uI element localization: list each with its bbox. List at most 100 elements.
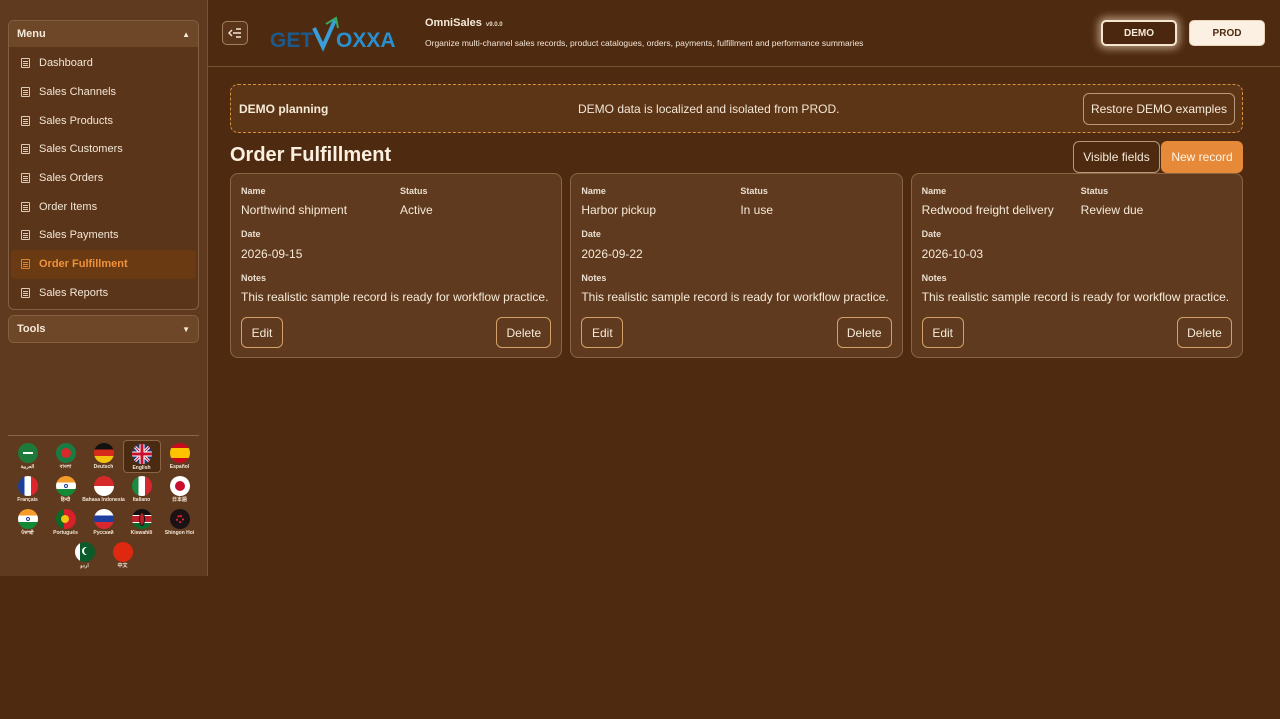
- tools-panel: Tools ▼: [8, 315, 199, 343]
- divider: [8, 435, 199, 436]
- indonesia-flag-icon: [93, 476, 114, 496]
- banner-title: DEMO planning: [239, 102, 329, 116]
- document-icon: [21, 230, 30, 241]
- language-french[interactable]: Français: [9, 473, 47, 506]
- notes-label: Notes: [581, 273, 607, 283]
- edit-button[interactable]: Edit: [241, 317, 283, 348]
- record-notes: This realistic sample record is ready fo…: [921, 290, 1230, 304]
- russia-flag-icon: [93, 509, 114, 529]
- new-record-button[interactable]: New record: [1161, 141, 1243, 173]
- record-card: Name Status Redwood freight delivery Rev…: [910, 173, 1243, 358]
- sidebar-item-label: Order Items: [39, 200, 98, 213]
- language-spanish[interactable]: Español: [161, 440, 199, 473]
- document-icon: [21, 287, 30, 298]
- menu-panel: Menu ▲ Dashboard Sales Channels Sales Pr…: [8, 20, 199, 310]
- language-label: Deutsch: [93, 464, 114, 470]
- record-notes: This realistic sample record is ready fo…: [241, 290, 549, 304]
- demo-env-button[interactable]: DEMO: [1101, 20, 1177, 46]
- record-date: 2026-09-22: [581, 247, 643, 261]
- spain-flag-icon: [169, 443, 190, 463]
- sidebar-item-sales-reports[interactable]: Sales Reports: [11, 279, 196, 308]
- sidebar-item-sales-payments[interactable]: Sales Payments: [11, 221, 196, 250]
- visible-fields-button[interactable]: Visible fields: [1073, 141, 1160, 173]
- language-label: Português: [53, 530, 78, 536]
- sidebar-item-sales-customers[interactable]: Sales Customers: [11, 135, 196, 164]
- language-label: Kiswahili: [130, 530, 153, 536]
- language-bengali[interactable]: বাংলা: [47, 440, 85, 473]
- delete-button[interactable]: Delete: [1176, 317, 1232, 348]
- edit-button[interactable]: Edit: [921, 317, 964, 348]
- language-swahili[interactable]: Kiswahili: [123, 506, 161, 539]
- language-urdu[interactable]: اردو: [66, 539, 104, 572]
- language-label: Español: [169, 464, 190, 470]
- japan-flag-icon: [169, 476, 190, 496]
- edit-button[interactable]: Edit: [581, 317, 624, 348]
- language-label: বাংলা: [59, 464, 72, 470]
- language-label: हिन्दी: [60, 497, 71, 503]
- notes-label: Notes: [241, 273, 267, 283]
- app-description: Organize multi-channel sales records, pr…: [425, 38, 864, 48]
- name-label: Name: [241, 186, 266, 196]
- document-icon: [21, 87, 30, 98]
- sidebar-item-sales-products[interactable]: Sales Products: [11, 106, 196, 135]
- language-label: Italiano: [132, 497, 151, 503]
- sidebar-toggle-button[interactable]: [222, 21, 248, 45]
- language-label: Français: [17, 497, 38, 503]
- sidebar-item-sales-orders[interactable]: Sales Orders: [11, 164, 196, 193]
- document-icon: [21, 115, 30, 126]
- language-shingon-hoi[interactable]: Shingon Hoi: [161, 506, 199, 539]
- language-punjabi[interactable]: ਪੰਜਾਬੀ: [9, 506, 47, 539]
- menu-header[interactable]: Menu ▲: [9, 21, 198, 47]
- language-label: Bahasa Indonesia: [82, 497, 125, 503]
- app-title: OmniSales v9.0.0: [425, 17, 503, 29]
- sidebar-item-label: Sales Products: [39, 114, 113, 127]
- prod-env-button[interactable]: PROD: [1189, 20, 1265, 46]
- notes-label: Notes: [921, 273, 947, 283]
- language-italian[interactable]: Italiano: [123, 473, 161, 506]
- tools-header[interactable]: Tools ▼: [9, 316, 198, 342]
- language-label: ਪੰਜਾਬੀ: [21, 530, 34, 536]
- sidebar-item-dashboard[interactable]: Dashboard: [11, 49, 196, 78]
- sidebar-item-sales-channels[interactable]: Sales Channels: [11, 78, 196, 107]
- sidebar-item-label: Sales Customers: [39, 143, 123, 156]
- logo: GET OXXA: [268, 16, 413, 52]
- demo-banner: DEMO planning DEMO data is localized and…: [230, 84, 1243, 133]
- language-chinese[interactable]: 中文: [104, 539, 142, 572]
- date-label: Date: [581, 229, 601, 239]
- language-portuguese[interactable]: Português: [47, 506, 85, 539]
- language-japanese[interactable]: 日本語: [161, 473, 199, 506]
- delete-button[interactable]: Delete: [496, 317, 552, 348]
- india-flag-icon: [17, 509, 38, 529]
- language-russian[interactable]: Русский: [85, 506, 123, 539]
- page-title: Order Fulfillment: [230, 144, 392, 166]
- record-status: In use: [740, 203, 774, 217]
- chevron-up-icon: ▲: [182, 29, 190, 39]
- language-hindi[interactable]: हिन्दी: [47, 473, 85, 506]
- sidebar-item-order-fulfillment[interactable]: Order Fulfillment: [11, 249, 196, 279]
- document-icon: [21, 201, 30, 212]
- svg-text:OXXA: OXXA: [336, 29, 396, 52]
- language-label: 中文: [117, 563, 128, 569]
- banner-message: DEMO data is localized and isolated from…: [578, 102, 840, 116]
- language-label: Русский: [93, 530, 114, 536]
- record-notes: This realistic sample record is ready fo…: [581, 290, 889, 304]
- pakistan-flag-icon: [74, 542, 95, 562]
- svg-text:GET: GET: [270, 29, 313, 52]
- sidebar-item-order-items[interactable]: Order Items: [11, 192, 196, 221]
- sidebar-item-label: Sales Reports: [39, 286, 109, 299]
- language-indonesian[interactable]: Bahasa Indonesia: [82, 473, 125, 506]
- language-arabic[interactable]: العربية: [9, 440, 47, 473]
- restore-demo-button[interactable]: Restore DEMO examples: [1083, 93, 1235, 125]
- bangladesh-flag-icon: [55, 443, 76, 463]
- record-status: Active: [400, 203, 433, 217]
- sidebar-item-label: Sales Orders: [39, 172, 104, 185]
- status-label: Status: [1080, 186, 1109, 196]
- name-label: Name: [581, 186, 606, 196]
- language-german[interactable]: Deutsch: [85, 440, 123, 473]
- delete-button[interactable]: Delete: [836, 317, 892, 348]
- menu-list: Dashboard Sales Channels Sales Products …: [9, 47, 198, 307]
- sidebar-item-label: Sales Channels: [39, 86, 117, 99]
- record-cards: Name Status Northwind shipment Active Da…: [230, 173, 1243, 358]
- language-label: العربية: [20, 464, 35, 470]
- language-english[interactable]: English: [122, 440, 161, 473]
